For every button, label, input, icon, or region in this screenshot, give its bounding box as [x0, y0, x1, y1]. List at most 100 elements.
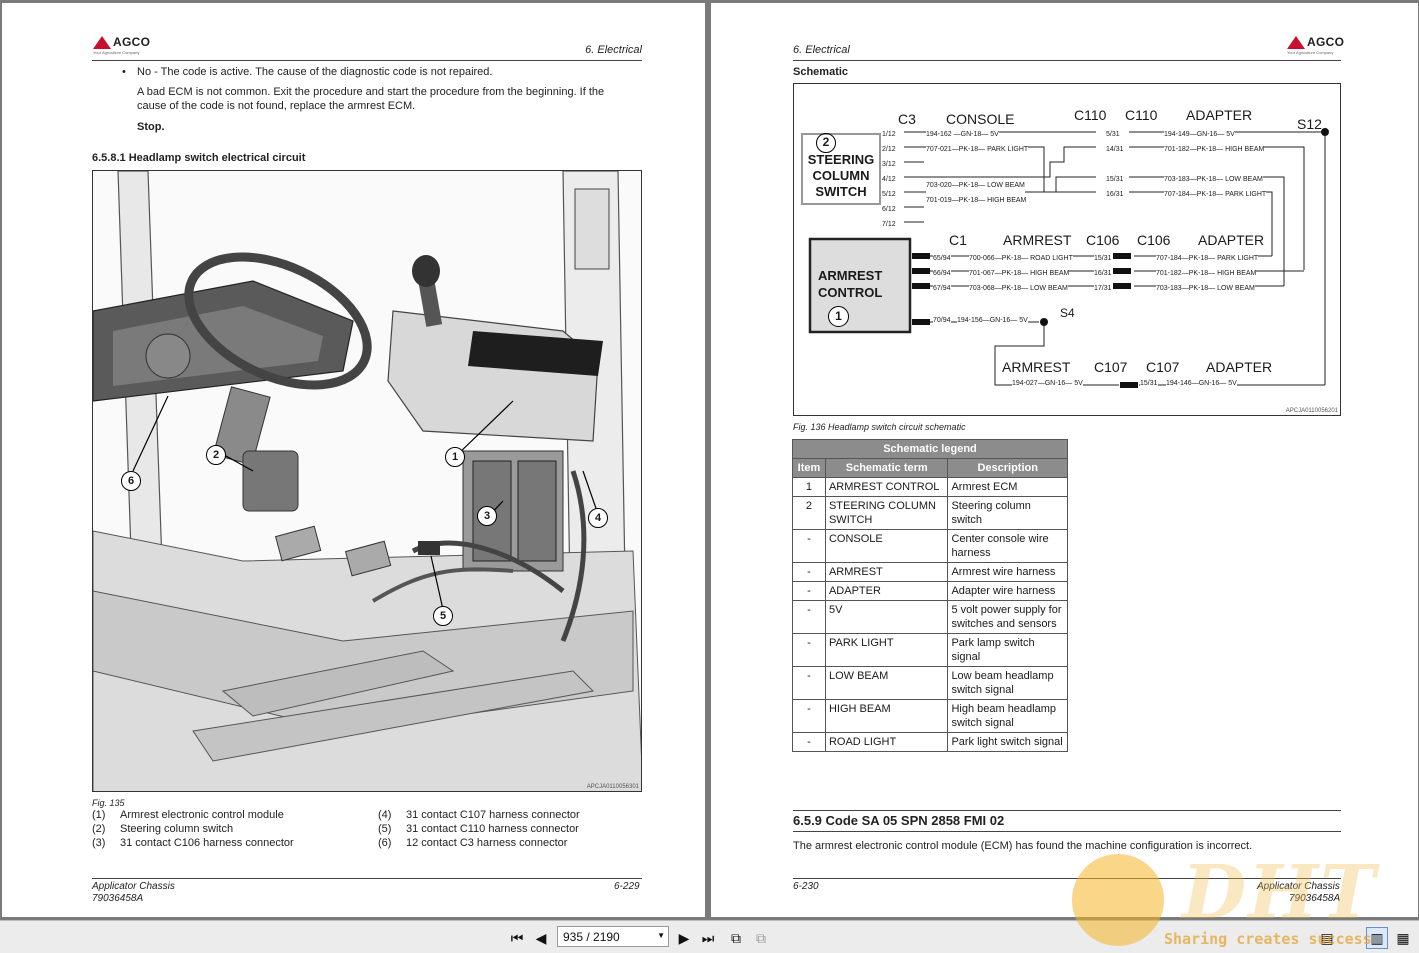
legend-item-cell: -	[792, 581, 826, 601]
section-title: 6.5.9 Code SA 05 SPN 2858 FMI 02	[793, 813, 1005, 828]
c110-pin-list: 5/31 14/31 15/31 16/31	[1106, 127, 1124, 202]
legend-item-cell: 1	[792, 477, 826, 497]
pdf-toolbar: ⏮ ◀ 935 / 2190 ▼ ▶ ⏭ ⧉ ⧉ ▤ ▥ ▦	[0, 920, 1419, 953]
page-indicator: 935 / 2190	[563, 930, 620, 944]
header-rule	[92, 60, 642, 61]
legend-row: (2) Steering column switch (5) 31 contac…	[92, 823, 579, 835]
figure-caption: Fig. 135	[92, 798, 125, 808]
legend-item-cell: -	[792, 666, 826, 700]
next-view-icon: ⧉	[756, 929, 766, 946]
hdr-console: CONSOLE	[946, 111, 1015, 127]
next-page-icon: ▶	[678, 929, 690, 946]
last-page-icon: ⏭	[701, 929, 715, 946]
steering-switch-label: STEERING COLUMN SWITCH	[807, 152, 875, 199]
first-page-icon: ⏮	[510, 929, 524, 946]
figure-code: APCJA0110056301	[586, 784, 639, 790]
c106-wire-list: 707-184—PK-18— PARK LIGHT 701-182—PK-18—…	[1156, 251, 1259, 296]
continuous-button[interactable]: ▦	[1392, 927, 1414, 949]
footer-title: Applicator Chassis	[92, 881, 175, 892]
prev-page-button[interactable]: ◀	[530, 927, 552, 949]
col-item: Item	[792, 458, 826, 478]
legend-table-row: -5V 5 volt power supply for switches and …	[792, 600, 1068, 634]
col-term: Schematic term	[824, 458, 949, 478]
schematic-legend-table: Schematic legend Item Schematic term Des…	[792, 439, 1068, 752]
callout-3: 3	[477, 506, 497, 526]
two-page-icon: ▥	[1370, 929, 1384, 946]
legend-table-row: - CONSOLE Center console wire harness	[792, 529, 1068, 563]
hdr-adapter-mid: ADAPTER	[1198, 232, 1265, 248]
c1-pin-70: 70/94	[933, 317, 951, 324]
legend-table-row: - ADAPTER Adapter wire harness	[792, 581, 1068, 601]
legend-item-cell: -	[792, 633, 826, 667]
legend-desc-cell: High beam headlamp switch signal	[947, 699, 1068, 733]
legend-desc-cell: Low beam headlamp switch signal	[947, 666, 1068, 700]
agco-logo: AGCO Your Agriculture Company	[93, 35, 151, 55]
agco-logo-triangle-icon	[1287, 36, 1305, 49]
chevron-down-icon: ▼	[657, 931, 665, 940]
footer-rule	[92, 878, 642, 879]
hdr-c110-b: C110	[1125, 107, 1158, 123]
footer-docnum: 79036458A	[92, 893, 144, 904]
hdr-c106-a: C106	[1086, 232, 1120, 248]
legend-item-cell: -	[792, 732, 826, 752]
previous-view-icon: ⧉	[731, 929, 741, 946]
legend-term-cell: ARMREST CONTROL	[824, 477, 949, 497]
section-body: The armrest electronic control module (E…	[793, 840, 1253, 852]
single-page-icon: ▤	[1320, 929, 1334, 946]
section-header: 6. Electrical	[793, 44, 850, 56]
two-page-button[interactable]: ▥	[1366, 927, 1388, 949]
bullet-icon: •	[122, 66, 126, 78]
legend-table-title: Schematic legend	[792, 439, 1068, 459]
legend-desc-cell: Adapter wire harness	[947, 581, 1068, 601]
c1-pin-list: 65/94 66/94 67/94	[933, 251, 951, 296]
section-rule	[793, 810, 1341, 811]
next-page-button[interactable]: ▶	[673, 927, 695, 949]
legend-term-cell: 5V	[824, 600, 949, 634]
legend-term-cell: ADAPTER	[824, 581, 949, 601]
legend-table-row: - ARMREST Armrest wire harness	[792, 562, 1068, 582]
legend-desc-cell: Steering column switch	[947, 496, 1068, 530]
section-header: 6. Electrical	[585, 44, 642, 56]
legend-desc-cell: Armrest wire harness	[947, 562, 1068, 582]
previous-view-button[interactable]: ⧉	[725, 927, 747, 949]
legend-desc-cell: Center console wire harness	[947, 529, 1068, 563]
legend-table-row: - LOW BEAM Low beam headlamp switch signal	[792, 666, 1068, 700]
page-number-select[interactable]: 935 / 2190 ▼	[557, 926, 669, 947]
legend-term-cell: CONSOLE	[824, 529, 949, 563]
bottom-wire-left: 194-027—GN-16— 5V	[1012, 380, 1083, 387]
armrest-control-label: ARMREST CONTROL	[818, 268, 883, 300]
first-page-button[interactable]: ⏮	[506, 927, 528, 949]
legend-row: (1) Armrest electronic control module (4…	[92, 809, 580, 821]
single-page-button[interactable]: ▤	[1316, 927, 1338, 949]
legend-desc-cell: Park lamp switch signal	[947, 633, 1068, 667]
mid-wire-list: 700-066—PK-18— ROAD LIGHT 701-067—PK-18—…	[969, 251, 1073, 296]
footer-title: Applicator Chassis	[1257, 881, 1340, 892]
bottom-wire-right: 194-146—GN-16— 5V	[1166, 380, 1237, 387]
legend-term-cell: HIGH BEAM	[824, 699, 949, 733]
agco-logo-triangle-icon	[93, 36, 111, 49]
last-page-button[interactable]: ⏭	[697, 927, 719, 949]
footer-docnum: 79036458A	[1289, 893, 1341, 904]
legend-item-cell: -	[792, 529, 826, 563]
para-line-1: A bad ECM is not common. Exit the proced…	[137, 86, 605, 98]
callout-1: 1	[445, 447, 465, 467]
hdr-c106-b: C106	[1137, 232, 1171, 248]
legend-item-cell: -	[792, 600, 826, 634]
right-page: 6. Electrical AGCO Your Agriculture Comp…	[711, 3, 1418, 917]
next-view-button[interactable]: ⧉	[750, 927, 772, 949]
hdr-c107-a: C107	[1094, 359, 1128, 375]
hdr-armrest-bottom: ARMREST	[1002, 359, 1071, 375]
bullet-text: No - The code is active. The cause of th…	[137, 66, 493, 78]
legend-term-cell: ROAD LIGHT	[824, 732, 949, 752]
cab-illustration: 1 2 3 4 5 6 APCJA0110056301	[92, 170, 642, 792]
schematic-heading: Schematic	[793, 66, 849, 78]
hdr-armrest-mid: ARMREST	[1003, 232, 1072, 248]
schematic-figure: 2 STEERING COLUMN SWITCH ARMREST CONTROL…	[793, 83, 1341, 416]
hdr-s12: S12	[1297, 116, 1322, 132]
s4-label: S4	[1060, 306, 1075, 320]
callout-6: 6	[121, 471, 141, 491]
section-rule-2	[793, 831, 1341, 832]
stop-text: Stop.	[137, 121, 165, 133]
hdr-c107-b: C107	[1146, 359, 1180, 375]
figure-legend: (1) Armrest electronic control module (4…	[92, 809, 664, 851]
